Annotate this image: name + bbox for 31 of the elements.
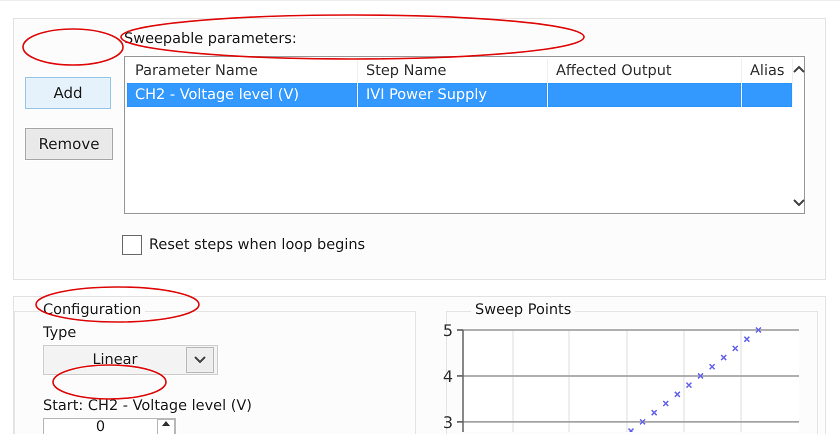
start-input-field[interactable]: 0	[43, 418, 176, 434]
data-point	[628, 428, 634, 432]
data-point	[639, 418, 646, 426]
field-label: Start: CH2 - Voltage level (V)	[43, 397, 253, 415]
axis-tick-label: 3	[442, 412, 453, 432]
scroll-up-icon[interactable]	[793, 65, 805, 73]
group-title: Sweep Points	[471, 302, 576, 318]
table-cell: IVI Power Supply	[358, 83, 548, 107]
data-point	[732, 345, 739, 352]
scroll-down-icon[interactable]	[793, 199, 805, 207]
checkbox-label: Reset steps when loop begins	[149, 236, 366, 254]
field-label: Type	[43, 324, 78, 342]
group-title: Configuration	[39, 302, 146, 318]
data-point	[662, 400, 669, 407]
data-point	[697, 372, 704, 380]
data-point	[650, 409, 658, 416]
type-dropdown[interactable]: Linear	[43, 345, 218, 375]
data-point	[720, 354, 727, 361]
checkbox[interactable]	[122, 235, 142, 255]
data-point	[755, 326, 762, 334]
remove-button[interactable]: Remove	[25, 128, 113, 160]
section-label: Sweepable parameters:	[124, 30, 298, 48]
table-cell: CH2 - Voltage level (V)	[127, 83, 358, 107]
data-point	[674, 391, 681, 398]
data-point	[686, 382, 692, 388]
axis-tick-label: 5	[442, 321, 453, 340]
add-button[interactable]: Add	[25, 77, 111, 109]
data-point	[744, 336, 750, 342]
spin-up-icon[interactable]	[162, 420, 170, 426]
axis-tick-label: 4	[442, 366, 453, 386]
data-point	[708, 364, 716, 370]
